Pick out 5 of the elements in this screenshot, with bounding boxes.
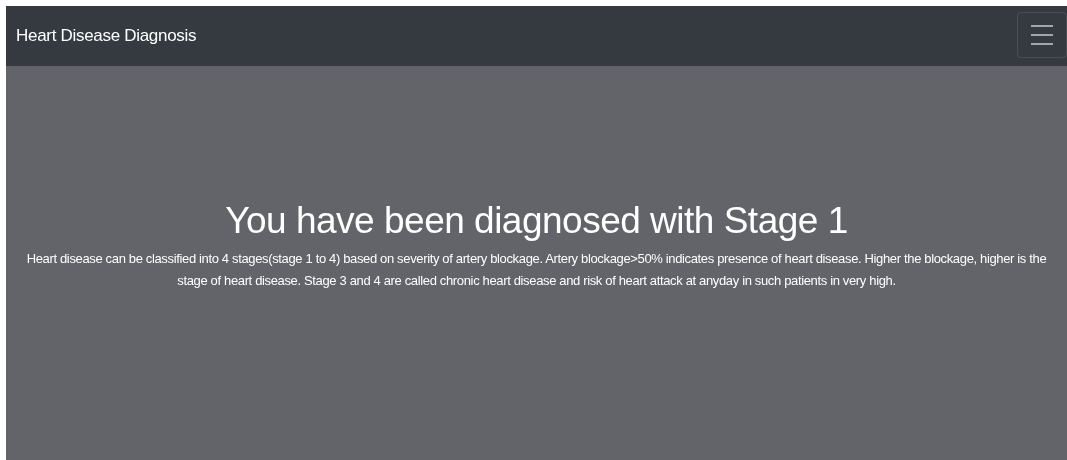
brand-title[interactable]: Heart Disease Diagnosis — [16, 26, 197, 46]
result-description: Heart disease can be classified into 4 stages(stage 1 to 4) based on severity of artery blockage. Artery blockage>50% indicates presence of heart disease. Higher the blockage, higher is the stage of heart disease. Stage 3 and 4 are called chronic heart disease and risk of heart attack at anyday in such patients in very high. — [26, 250, 1047, 290]
result-heading: You have been diagnosed with Stage 1 — [225, 200, 848, 242]
menu-button[interactable] — [1017, 12, 1067, 58]
menu-icon — [1030, 24, 1054, 46]
